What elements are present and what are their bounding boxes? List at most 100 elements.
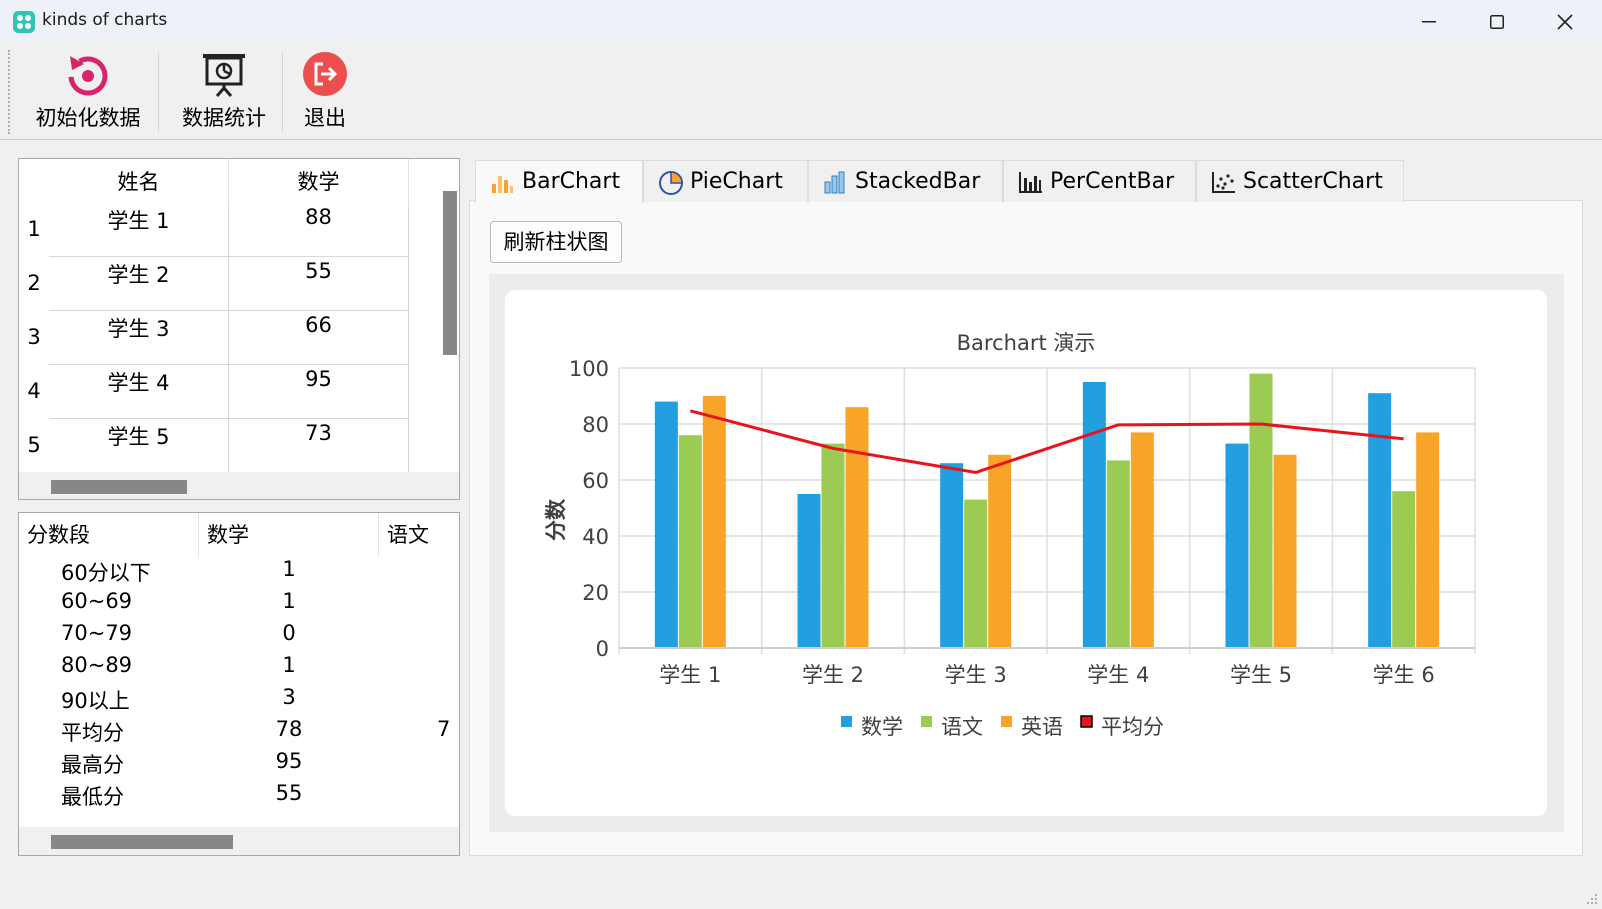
presentation-icon [203,54,245,97]
bar [1106,460,1130,648]
table-cell-name[interactable]: 学生 3 [49,311,229,365]
reset-icon [68,56,108,96]
table-cell-name[interactable]: 学生 1 [49,203,229,257]
bar [1082,382,1106,648]
y-tick-label: 20 [582,581,609,605]
score-table[interactable]: 姓名 数学 1 学生 1 88 2 学生 2 55 3 学生 3 66 4 学生… [18,158,460,500]
legend-label: 数学 [861,715,903,739]
y-tick-label: 0 [596,637,609,661]
y-tick-label: 60 [582,469,609,493]
scrollbar-thumb[interactable] [51,835,233,849]
column-header-range[interactable]: 分数段 [19,513,199,557]
bar [678,435,702,648]
stats-cell-math[interactable]: 1 [259,653,319,677]
toolbar-grip[interactable] [8,50,10,134]
row-header[interactable]: 1 [19,217,49,241]
data-stats-button[interactable]: 数据统计 [172,50,276,136]
column-header-math[interactable]: 数学 [229,159,409,205]
column-header-name[interactable]: 姓名 [49,159,229,205]
column-header-chinese[interactable]: 语文 [379,513,459,557]
x-tick-label: 学生 3 [945,663,1007,687]
stats-cell-math[interactable]: 95 [259,749,319,773]
horizontal-scrollbar[interactable] [19,472,459,499]
close-button[interactable] [1532,0,1598,44]
bar [1130,432,1154,648]
tab-percentbar[interactable]: PerCentBar [1003,160,1196,202]
table-cell-name[interactable]: 学生 5 [49,419,229,473]
exit-button[interactable]: 退出 [296,50,354,136]
tab-barchart[interactable]: BarChart [475,160,643,203]
legend-label: 英语 [1021,715,1063,739]
scrollbar-thumb[interactable] [443,191,457,355]
stats-row-label: 60~69 [61,589,133,613]
bar [654,401,678,648]
vertical-scrollbar[interactable] [437,159,459,472]
table-cell-math[interactable]: 88 [229,203,409,257]
app-icon [13,11,35,33]
row-header[interactable]: 2 [19,271,49,295]
bar [702,396,726,648]
refresh-barchart-button[interactable]: 刷新柱状图 [490,221,622,263]
row-header[interactable]: 5 [19,433,49,457]
bar [1225,443,1249,648]
stats-cell-chinese[interactable]: 7 [437,717,459,741]
table-cell-math[interactable]: 66 [229,311,409,365]
exit-icon [303,52,347,96]
scrollbar-thumb[interactable] [51,480,187,494]
maximize-icon [1490,15,1504,29]
x-tick-label: 学生 5 [1230,663,1292,687]
bar [845,407,869,648]
tab-stackedbar[interactable]: StackedBar [808,160,1003,202]
row-header[interactable]: 4 [19,379,49,403]
bar-chart-icon [492,176,513,193]
bar-chart: Barchart 演示 分数 0 20 40 60 80 100 学生 1 学生 2 学生 3 学… [544,331,1476,739]
table-cell-math[interactable]: 95 [229,365,409,419]
bar [1416,432,1440,648]
stats-cell-math[interactable]: 1 [259,557,319,581]
table-cell-name[interactable]: 学生 4 [49,365,229,419]
title-bar: kinds of charts [0,0,1602,44]
maximize-button[interactable] [1464,0,1530,44]
minimize-button[interactable] [1396,0,1462,44]
stats-cell-math[interactable]: 1 [259,589,319,613]
chart-title: Barchart 演示 [957,331,1096,355]
x-tick-label: 学生 2 [802,663,864,687]
stats-cell-math[interactable]: 55 [259,781,319,805]
stacked-bar-icon [824,171,845,194]
pie-chart-icon [659,171,683,195]
minimize-icon [1422,21,1436,23]
bar [1249,373,1273,648]
resize-grip[interactable] [1584,891,1598,905]
row-header[interactable]: 3 [19,325,49,349]
x-tick-label: 学生 6 [1373,663,1435,687]
horizontal-scrollbar[interactable] [19,827,459,855]
scatter-chart-icon [1212,172,1235,193]
bar [1392,491,1416,648]
y-tick-label: 40 [582,525,609,549]
window-title: kinds of charts [42,10,168,30]
legend-label: 平均分 [1101,715,1164,739]
table-cell-math[interactable]: 73 [229,419,409,473]
table-cell-math[interactable]: 55 [229,257,409,311]
stats-cell-math[interactable]: 78 [259,717,319,741]
close-icon [1557,14,1573,30]
table-corner[interactable] [19,159,49,205]
stats-table[interactable]: 分数段 数学 语文 60分以下 1 60~69 1 70~79 0 80~89 … [18,512,460,856]
y-tick-label: 100 [569,357,609,381]
x-tick-label: 学生 1 [659,663,721,687]
tab-scatterchart[interactable]: ScatterChart [1196,160,1404,202]
column-header-math[interactable]: 数学 [199,513,379,557]
data-stats-label: 数据统计 [182,106,266,130]
stats-cell-math[interactable]: 0 [259,621,319,645]
stats-cell-math[interactable]: 3 [259,685,319,709]
tab-label: PieChart [690,169,783,194]
stats-row-label: 最低分 [61,785,124,809]
bar [1273,454,1297,648]
init-data-button[interactable]: 初始化数据 [30,50,146,136]
table-cell-name[interactable]: 学生 2 [49,257,229,311]
bar [797,494,821,648]
exit-label: 退出 [304,106,346,130]
stats-row-label: 70~79 [61,621,133,645]
tab-piechart[interactable]: PieChart [643,160,808,202]
bar [821,443,845,648]
